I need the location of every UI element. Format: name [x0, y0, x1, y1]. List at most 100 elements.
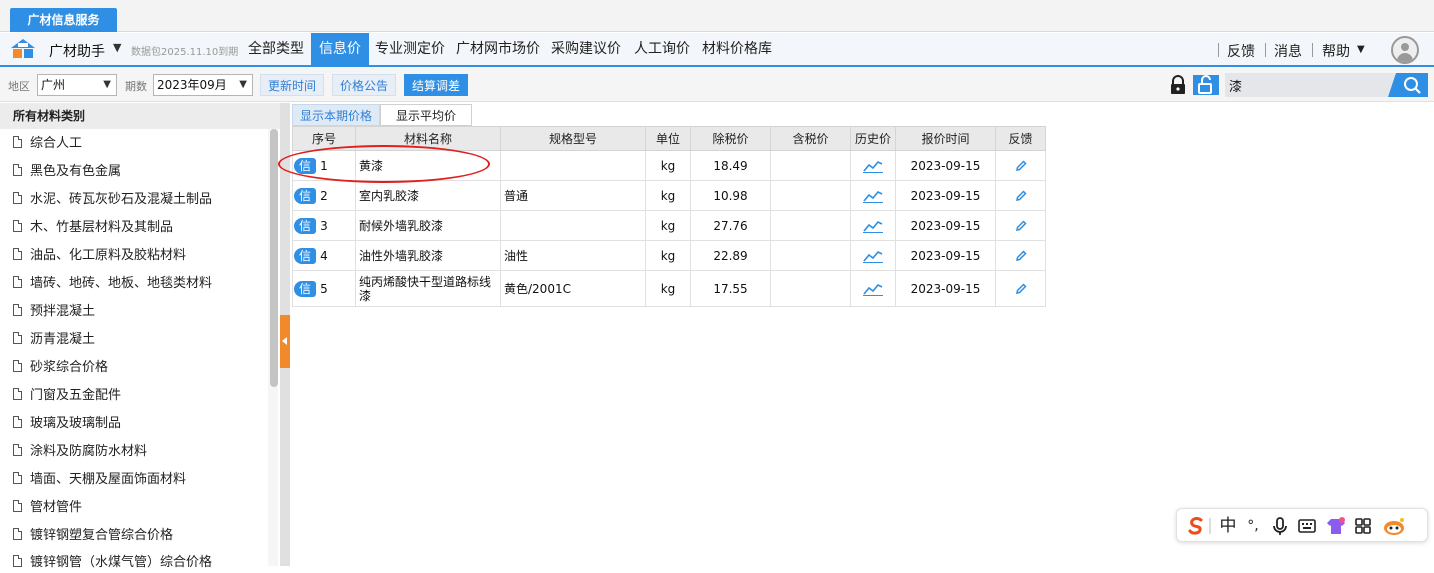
price-ex-tax: 18.49 [690, 150, 771, 181]
sidebar-item[interactable]: 黑色及有色金属 [13, 162, 121, 182]
mascot-icon[interactable] [1381, 515, 1407, 537]
edit-pencil-icon[interactable] [1014, 159, 1028, 173]
row-seq: 2 [320, 188, 328, 203]
chevron-down-icon: ▼ [103, 79, 111, 90]
sidebar-item[interactable]: 综合人工 [13, 134, 82, 154]
sidebar-header: 所有材料类别 [0, 103, 280, 129]
user-avatar[interactable] [1391, 36, 1419, 64]
search-input[interactable] [1225, 73, 1395, 97]
sogou-logo-icon[interactable] [1185, 515, 1207, 537]
edit-pencil-icon[interactable] [1014, 219, 1028, 233]
nav-all-types[interactable]: 全部类型 [243, 33, 309, 66]
document-icon [13, 500, 22, 512]
sidebar-item[interactable]: 管材管件 [13, 498, 82, 518]
table-row[interactable]: 信3 耐候外墙乳胶漆 kg 27.76 2023-09-15 [292, 210, 1046, 241]
skin-shirt-icon[interactable] [1325, 515, 1347, 537]
help-dropdown-icon[interactable]: ▼ [1357, 44, 1365, 55]
table-row[interactable]: 信2 室内乳胶漆 普通 kg 10.98 2023-09-15 [292, 180, 1046, 211]
price-ex-tax: 10.98 [690, 180, 771, 211]
period-label: 期数 [125, 80, 147, 93]
table-row[interactable]: 信5 纯丙烯酸快干型道路标线漆 黄色/2001C kg 17.55 2023-0… [292, 270, 1046, 307]
info-badge[interactable]: 信 [294, 218, 316, 234]
sidebar-item[interactable]: 木、竹基层材料及其制品 [13, 218, 173, 238]
nav-info-price[interactable]: 信息价 [311, 33, 369, 66]
region-select[interactable]: 广州 ▼ [37, 74, 117, 96]
settle-adjust-button[interactable]: 结算调差 [404, 74, 468, 96]
sidebar-item[interactable]: 预拌混凝土 [13, 302, 95, 322]
nav-market-price[interactable]: 广材网市场价 [452, 33, 544, 66]
edit-pencil-icon[interactable] [1014, 189, 1028, 203]
col-header[interactable]: 反馈 [995, 126, 1046, 151]
unlock-icon[interactable] [1193, 75, 1219, 95]
col-header[interactable]: 历史价 [850, 126, 896, 151]
price-inc-tax [770, 150, 851, 181]
tab-current-price[interactable]: 显示本期价格 [292, 104, 380, 126]
menu-bar: 广材助手 ▼ 数据包2025.11.10到期 全部类型 信息价 专业测定价 广材… [0, 33, 1434, 67]
document-icon [13, 164, 22, 176]
history-chart-icon[interactable] [863, 282, 883, 296]
history-chart-icon[interactable] [863, 219, 883, 233]
col-header[interactable]: 含税价 [770, 126, 851, 151]
nav-material-library[interactable]: 材料价格库 [698, 33, 776, 66]
info-badge[interactable]: 信 [294, 248, 316, 264]
microphone-icon[interactable] [1271, 515, 1289, 537]
brand-name[interactable]: 广材助手 [49, 41, 105, 61]
history-chart-icon[interactable] [863, 189, 883, 203]
col-header[interactable]: 单位 [645, 126, 691, 151]
sidebar-item[interactable]: 镀锌钢管（水煤气管）综合价格 [13, 553, 212, 573]
document-icon [13, 416, 22, 428]
price-inc-tax [770, 210, 851, 241]
info-badge[interactable]: 信 [294, 188, 316, 204]
edit-pencil-icon[interactable] [1014, 282, 1028, 296]
sidebar-item[interactable]: 油品、化工原料及胶粘材料 [13, 246, 186, 266]
ime-lang-toggle[interactable]: 中 [1217, 515, 1239, 537]
sidebar-item[interactable]: 墙砖、地砖、地板、地毯类材料 [13, 274, 212, 294]
sidebar-item[interactable]: 沥青混凝土 [13, 330, 95, 350]
col-header[interactable]: 报价时间 [895, 126, 996, 151]
history-chart-icon[interactable] [863, 159, 883, 173]
tab-average-price[interactable]: 显示平均价 [380, 104, 472, 126]
sidebar-item[interactable]: 镀锌钢塑复合管综合价格 [13, 526, 173, 546]
nav-professional-price[interactable]: 专业测定价 [370, 33, 450, 66]
help-menu[interactable]: 帮助 [1322, 41, 1350, 61]
nav-purchase-price[interactable]: 采购建议价 [546, 33, 626, 66]
price-notice-button[interactable]: 价格公告 [332, 74, 396, 96]
history-chart-icon[interactable] [863, 249, 883, 263]
sidebar-item[interactable]: 涂料及防腐防水材料 [13, 442, 147, 462]
brand-dropdown-icon[interactable]: ▼ [113, 41, 121, 54]
col-header[interactable]: 规格型号 [500, 126, 646, 151]
feedback-link[interactable]: 反馈 [1227, 41, 1255, 61]
table-row[interactable]: 信4 油性外墙乳胶漆 油性 kg 22.89 2023-09-15 [292, 240, 1046, 271]
sidebar-item[interactable]: 水泥、砖瓦灰砂石及混凝土制品 [13, 190, 212, 210]
app-logo-icon [11, 39, 35, 58]
spec: 黄色/2001C [500, 270, 646, 307]
sidebar-scroll-thumb[interactable] [270, 129, 278, 387]
quote-date: 2023-09-15 [895, 210, 996, 241]
period-select[interactable]: 2023年09月 ▼ [153, 74, 253, 96]
apps-grid-icon[interactable] [1353, 515, 1373, 537]
nav-labor-inquiry[interactable]: 人工询价 [628, 33, 696, 66]
region-label: 地区 [8, 80, 30, 93]
document-icon [13, 332, 22, 344]
material-name: 耐候外墙乳胶漆 [355, 210, 501, 241]
sidebar-item[interactable]: 门窗及五金配件 [13, 386, 121, 406]
sidebar-item[interactable]: 砂浆综合价格 [13, 358, 108, 378]
sidebar-item[interactable]: 玻璃及玻璃制品 [13, 414, 121, 434]
col-header[interactable]: 除税价 [690, 126, 771, 151]
edit-pencil-icon[interactable] [1014, 249, 1028, 263]
category-sidebar: 所有材料类别 综合人工 黑色及有色金属 水泥、砖瓦灰砂石及混凝土制品 木、竹基层… [0, 103, 280, 570]
sidebar-item[interactable]: 墙面、天棚及屋面饰面材料 [13, 470, 186, 490]
app-title-tab[interactable]: 广材信息服务 [10, 8, 117, 32]
separator [1265, 43, 1266, 57]
document-icon [13, 276, 22, 288]
messages-link[interactable]: 消息 [1274, 41, 1302, 61]
document-icon [13, 360, 22, 372]
update-time-button[interactable]: 更新时间 [260, 74, 324, 96]
info-badge[interactable]: 信 [294, 281, 316, 297]
keyboard-icon[interactable] [1297, 515, 1317, 537]
collapse-sidebar-handle[interactable] [280, 315, 290, 368]
punctuation-icon[interactable]: °, [1243, 515, 1263, 537]
unit: kg [645, 150, 691, 181]
chevron-down-icon: ▼ [239, 79, 247, 90]
lock-icon[interactable] [1169, 75, 1187, 95]
